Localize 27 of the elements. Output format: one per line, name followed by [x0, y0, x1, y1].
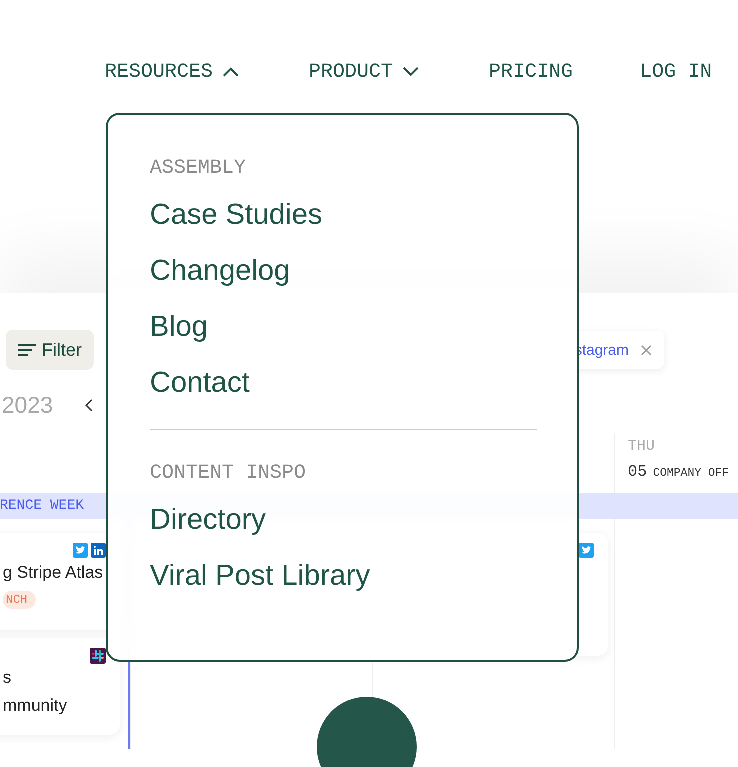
- card-title: g Stripe Atlas: [3, 562, 104, 584]
- weekday-label: THU: [628, 438, 656, 455]
- close-icon: [641, 344, 652, 356]
- slack-icon: [90, 648, 106, 664]
- add-button[interactable]: [317, 697, 417, 767]
- menu-heading: CONTENT INSPO: [150, 461, 306, 487]
- menu-item[interactable]: Contact: [150, 355, 250, 411]
- card-title: s: [3, 667, 12, 689]
- filter-button[interactable]: Filter: [6, 330, 94, 370]
- menu-item[interactable]: Case Studies: [150, 187, 322, 243]
- twitter-icon: [73, 543, 88, 558]
- filter-icon: [18, 343, 36, 357]
- card-title: mmunity: [3, 695, 68, 717]
- nav-link[interactable]: PRODUCT: [309, 60, 420, 84]
- menu-heading: ASSEMBLY: [150, 156, 246, 182]
- status-tag: NCH: [3, 591, 36, 609]
- event-label: COMPANY OFF: [653, 467, 730, 480]
- date-number: 05: [628, 463, 648, 481]
- menu-item[interactable]: Viral Post Library: [150, 548, 370, 604]
- nav-link[interactable]: LOG IN: [640, 60, 712, 84]
- menu-item[interactable]: Changelog: [150, 243, 290, 299]
- chevron-left-icon[interactable]: [85, 398, 94, 412]
- nav-link[interactable]: RESOURCES: [105, 60, 240, 84]
- nav-link[interactable]: PRICING: [489, 60, 574, 84]
- menu-item[interactable]: Blog: [150, 299, 208, 355]
- post-card[interactable]: s mmunity: [0, 638, 120, 735]
- year-label: 2023: [2, 392, 54, 418]
